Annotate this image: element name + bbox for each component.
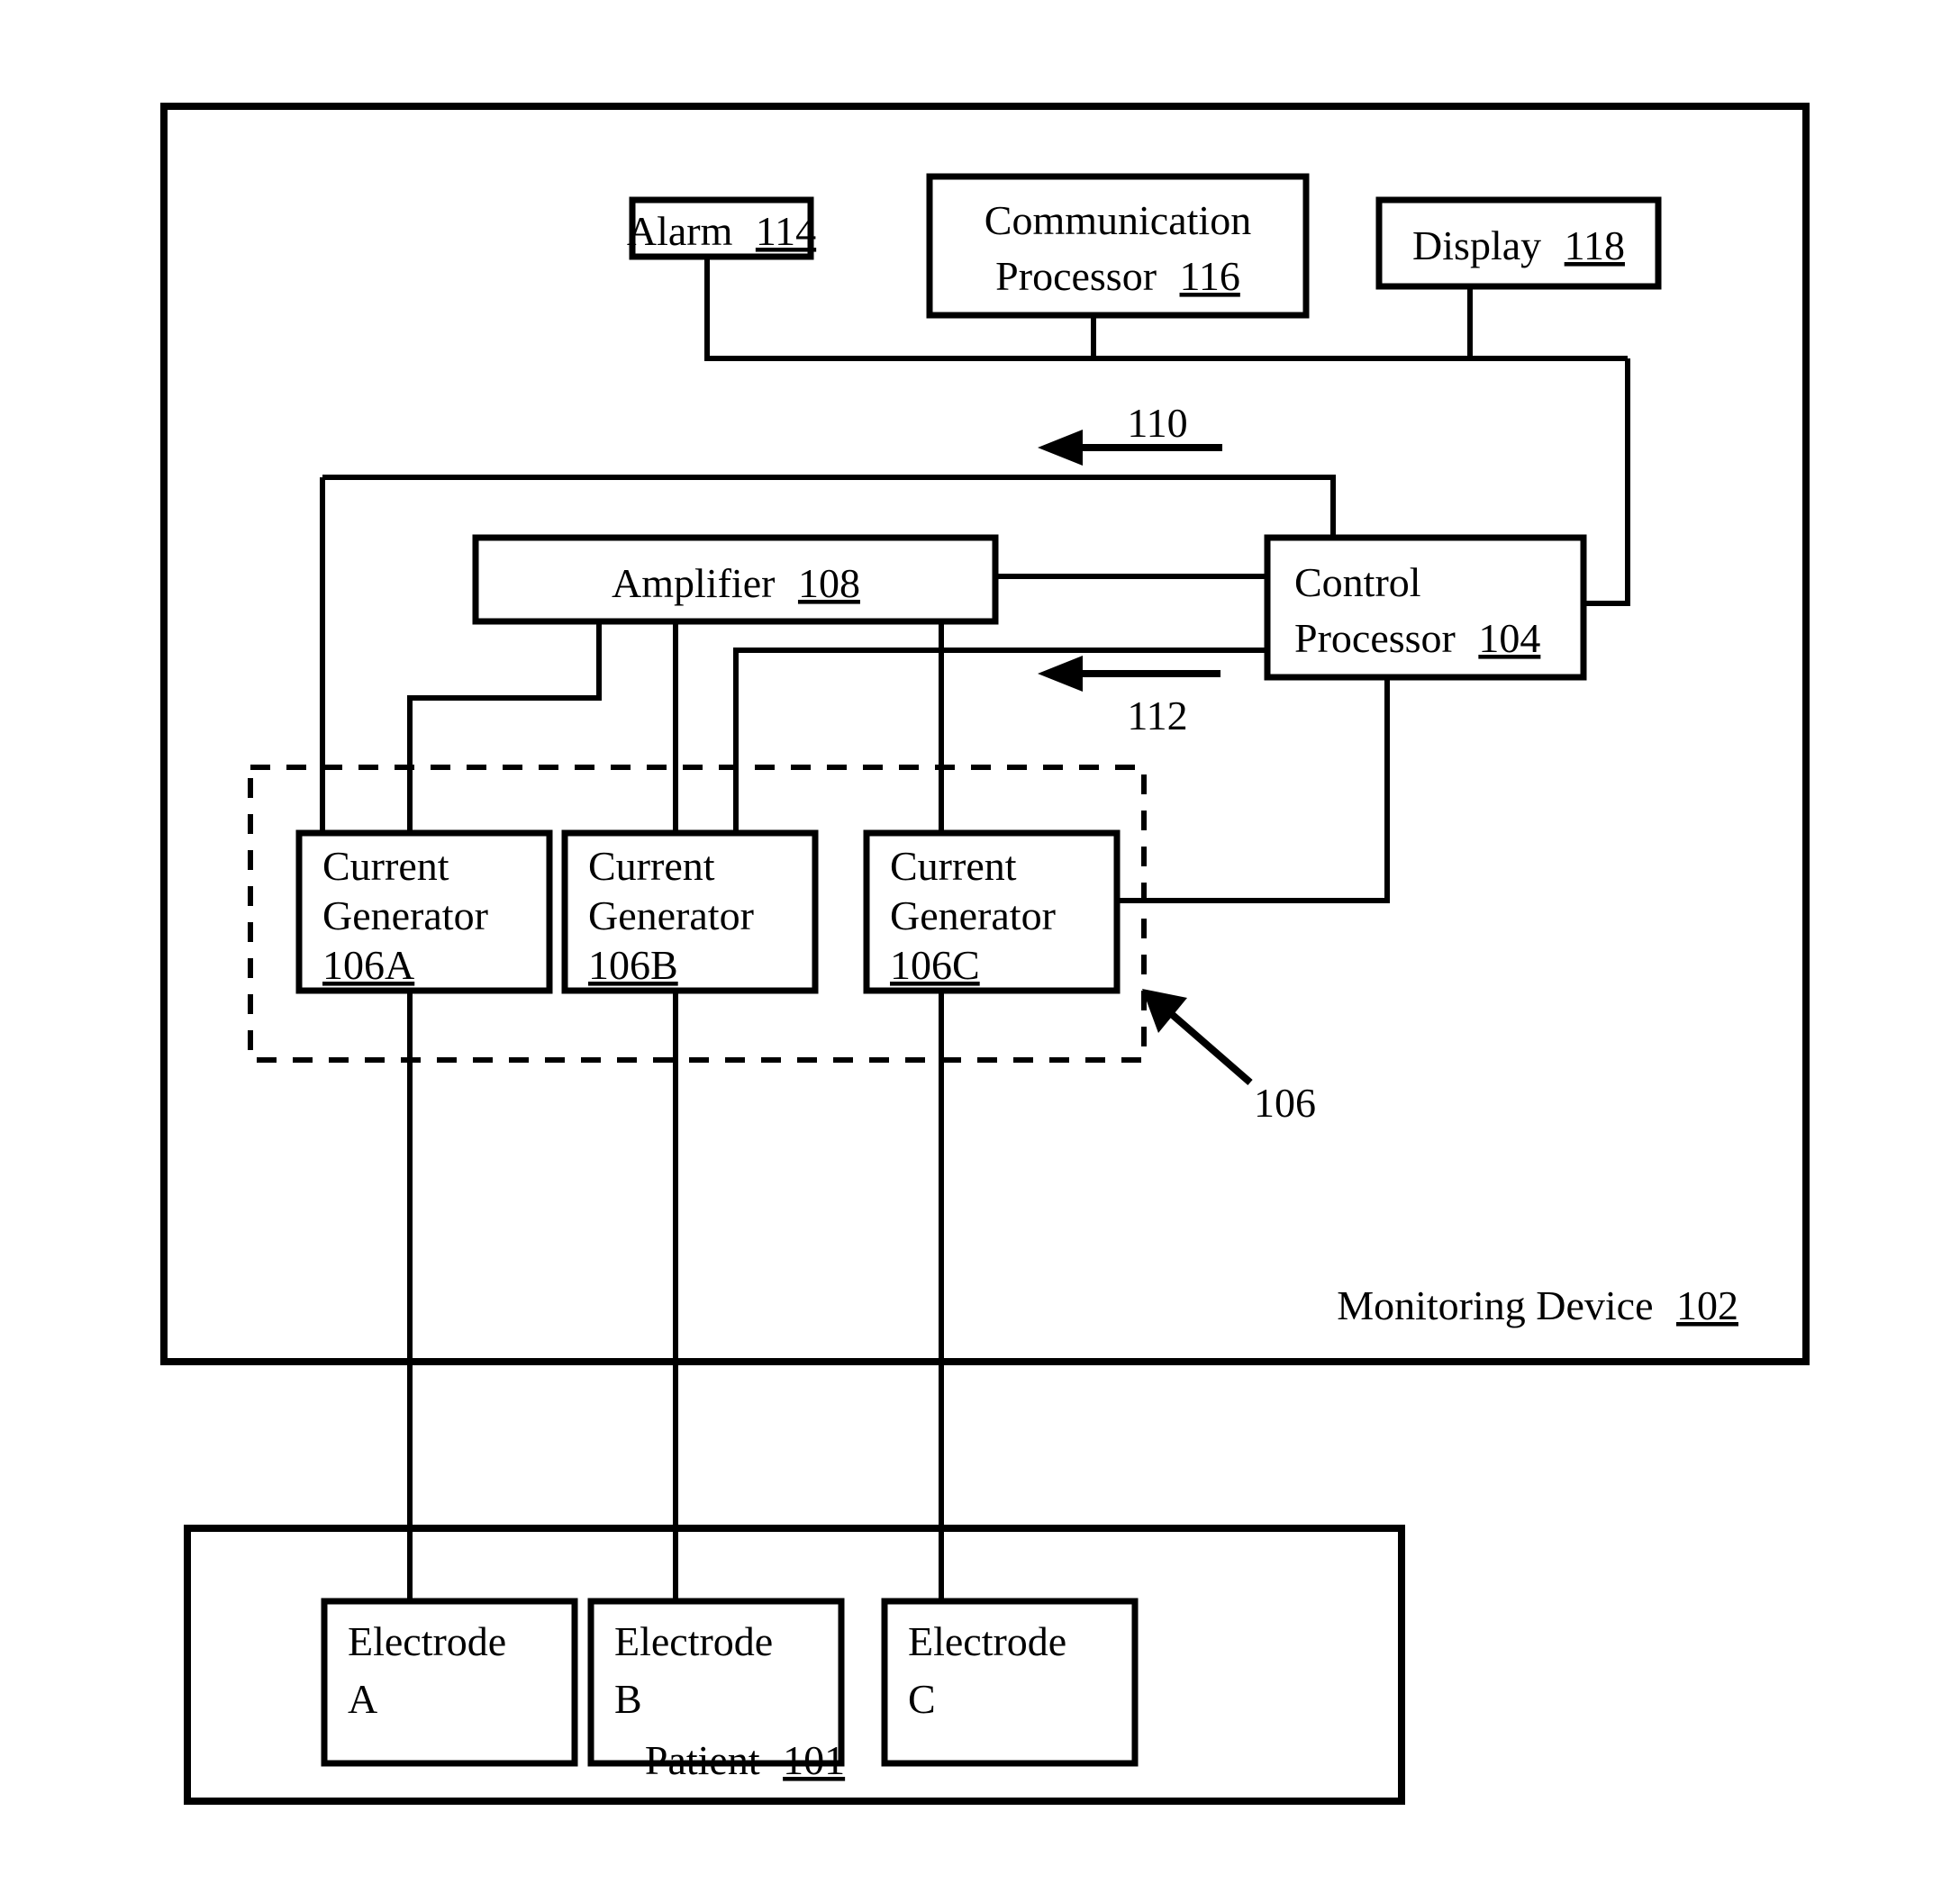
patient-label: Patient 101 xyxy=(645,1737,845,1783)
electrode-b-label-line1: Electrode xyxy=(614,1618,773,1664)
control-processor-box[interactable]: Control Processor 104 xyxy=(1264,534,1587,681)
communication-processor-ref: 116 xyxy=(1180,253,1240,299)
current-generator-c-label-line1: Current xyxy=(890,843,1017,889)
electrode-b-label-line2: B xyxy=(614,1676,642,1722)
alarm-label: Alarm xyxy=(627,208,733,254)
monitoring-device-label: Monitoring Device 102 xyxy=(1337,1282,1738,1328)
control-processor-label-line1: Control xyxy=(1294,559,1421,605)
svg-text:Display 118: Display 118 xyxy=(1412,222,1625,268)
block-diagram-svg: Alarm 114 Communication Processor 116 Di… xyxy=(160,103,1810,1805)
current-generator-b-label-line1: Current xyxy=(588,843,715,889)
electrode-a-box[interactable]: Electrode A xyxy=(321,1598,578,1767)
communication-processor-label-line2: Processor xyxy=(995,253,1157,299)
communication-processor-label-line1: Communication xyxy=(985,197,1251,243)
display-box[interactable]: Display 118 xyxy=(1375,196,1662,290)
communication-processor-box[interactable]: Communication Processor 116 xyxy=(926,173,1310,319)
control-processor-ref: 104 xyxy=(1478,615,1540,661)
current-generator-c-label-line2: Generator xyxy=(890,892,1056,938)
svg-text:Alarm 114: Alarm 114 xyxy=(627,208,816,254)
svg-text:Amplifier 108: Amplifier 108 xyxy=(612,560,860,606)
control-processor-label-line2: Processor xyxy=(1294,615,1456,661)
electrode-c-box[interactable]: Electrode C xyxy=(881,1598,1139,1767)
monitoring-device-ref: 102 xyxy=(1676,1282,1738,1328)
display-label: Display xyxy=(1412,222,1541,268)
electrode-a-label-line2: A xyxy=(348,1676,377,1722)
generator-group-ref-106: 106 xyxy=(1254,1080,1316,1126)
electrode-a-label-line1: Electrode xyxy=(348,1618,506,1664)
wire-amplifier-to-generator-a xyxy=(407,621,602,833)
electrode-c-label-line2: C xyxy=(908,1676,936,1722)
svg-text:Processor 104: Processor 104 xyxy=(1294,615,1540,661)
arrow-106-leader xyxy=(1142,989,1253,1086)
current-generator-b-ref: 106B xyxy=(588,942,678,988)
patient-ref: 101 xyxy=(783,1737,845,1783)
current-generator-c-box[interactable]: Current Generator 106C xyxy=(863,829,1121,994)
monitoring-device-label-text: Monitoring Device xyxy=(1337,1282,1653,1328)
arrow-112 xyxy=(1038,656,1220,692)
current-generator-a-label-line2: Generator xyxy=(322,892,488,938)
current-generator-a-label-line1: Current xyxy=(322,843,449,889)
wire-bus-to-control-processor xyxy=(1583,358,1630,606)
current-generator-b-box[interactable]: Current Generator 106B xyxy=(561,829,819,994)
amplifier-ref: 108 xyxy=(798,560,860,606)
alarm-ref: 114 xyxy=(756,208,816,254)
amplifier-box[interactable]: Amplifier 108 xyxy=(472,534,999,625)
current-generator-a-box[interactable]: Current Generator 106A xyxy=(295,829,553,994)
svg-text:Processor 116: Processor 116 xyxy=(995,253,1240,299)
display-ref: 118 xyxy=(1565,222,1625,268)
current-generator-a-ref: 106A xyxy=(322,942,414,988)
signal-110-label: 110 xyxy=(1127,400,1187,446)
signal-112-label: 112 xyxy=(1127,693,1187,738)
patient-label-text: Patient xyxy=(645,1737,760,1783)
current-generator-b-label-line2: Generator xyxy=(588,892,754,938)
alarm-box[interactable]: Alarm 114 xyxy=(627,196,816,260)
wire-110-horizontal xyxy=(322,475,1336,538)
figure-canvas: Alarm 114 Communication Processor 116 Di… xyxy=(0,0,1960,1893)
wire-112-control-to-generator-b xyxy=(733,648,1267,833)
amplifier-label: Amplifier xyxy=(612,560,775,606)
electrode-c-label-line1: Electrode xyxy=(908,1618,1066,1664)
current-generator-c-ref: 106C xyxy=(890,942,980,988)
